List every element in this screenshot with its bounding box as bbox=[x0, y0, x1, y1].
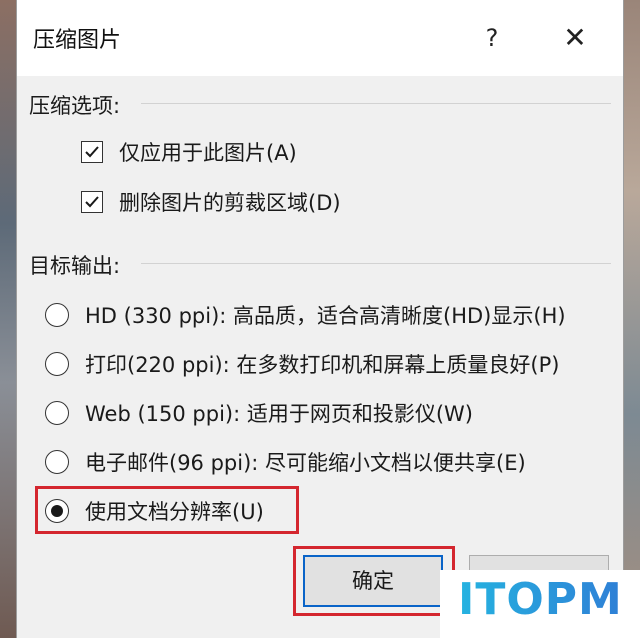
radio-email[interactable] bbox=[45, 450, 69, 474]
target-output-label: 目标输出: bbox=[29, 254, 121, 278]
checkmark-icon bbox=[85, 196, 99, 208]
background-left bbox=[0, 0, 16, 638]
background-right bbox=[624, 0, 640, 638]
close-button[interactable]: ✕ bbox=[555, 18, 595, 58]
option-email-label: 电子邮件(96 ppi): 尽可能缩小文档以便共享(E) bbox=[85, 451, 526, 475]
radio-web[interactable] bbox=[45, 401, 69, 425]
section-divider bbox=[141, 263, 611, 264]
option-hd-label: HD (330 ppi): 高品质，适合高清晰度(HD)显示(H) bbox=[85, 304, 566, 328]
option-print[interactable]: 打印(220 ppi): 在多数打印机和屏幕上质量良好(P) bbox=[45, 347, 559, 381]
compress-pictures-dialog: 压缩图片 ? ✕ 压缩选项: 仅应用于此图片(A) 删除图片的剪裁区域(D) 目… bbox=[16, 0, 624, 638]
ok-button[interactable]: 确定 bbox=[303, 555, 443, 607]
radio-print[interactable] bbox=[45, 352, 69, 376]
option-print-label: 打印(220 ppi): 在多数打印机和屏幕上质量良好(P) bbox=[85, 353, 560, 377]
delete-cropped-label: 删除图片的剪裁区域(D) bbox=[119, 191, 341, 215]
section-divider bbox=[141, 103, 611, 104]
watermark-logo: ITOPM bbox=[458, 574, 623, 625]
delete-cropped-checkbox[interactable] bbox=[81, 191, 103, 213]
apply-only-this-option[interactable]: 仅应用于此图片(A) bbox=[81, 136, 297, 168]
option-email[interactable]: 电子邮件(96 ppi): 尽可能缩小文档以便共享(E) bbox=[45, 445, 526, 479]
checkmark-icon bbox=[85, 146, 99, 158]
delete-cropped-option[interactable]: 删除图片的剪裁区域(D) bbox=[81, 186, 341, 218]
apply-only-this-label: 仅应用于此图片(A) bbox=[119, 141, 297, 165]
option-web[interactable]: Web (150 ppi): 适用于网页和投影仪(W) bbox=[45, 396, 473, 430]
apply-only-this-checkbox[interactable] bbox=[81, 141, 103, 163]
option-hd[interactable]: HD (330 ppi): 高品质，适合高清晰度(HD)显示(H) bbox=[45, 298, 566, 332]
dialog-title: 压缩图片 bbox=[33, 28, 122, 53]
compress-options-label: 压缩选项: bbox=[29, 94, 121, 118]
highlight-frame-resolution bbox=[35, 486, 299, 534]
help-button[interactable]: ? bbox=[475, 18, 509, 58]
option-web-label: Web (150 ppi): 适用于网页和投影仪(W) bbox=[85, 402, 473, 426]
radio-hd[interactable] bbox=[45, 303, 69, 327]
title-bar: 压缩图片 ? ✕ bbox=[17, 0, 623, 76]
